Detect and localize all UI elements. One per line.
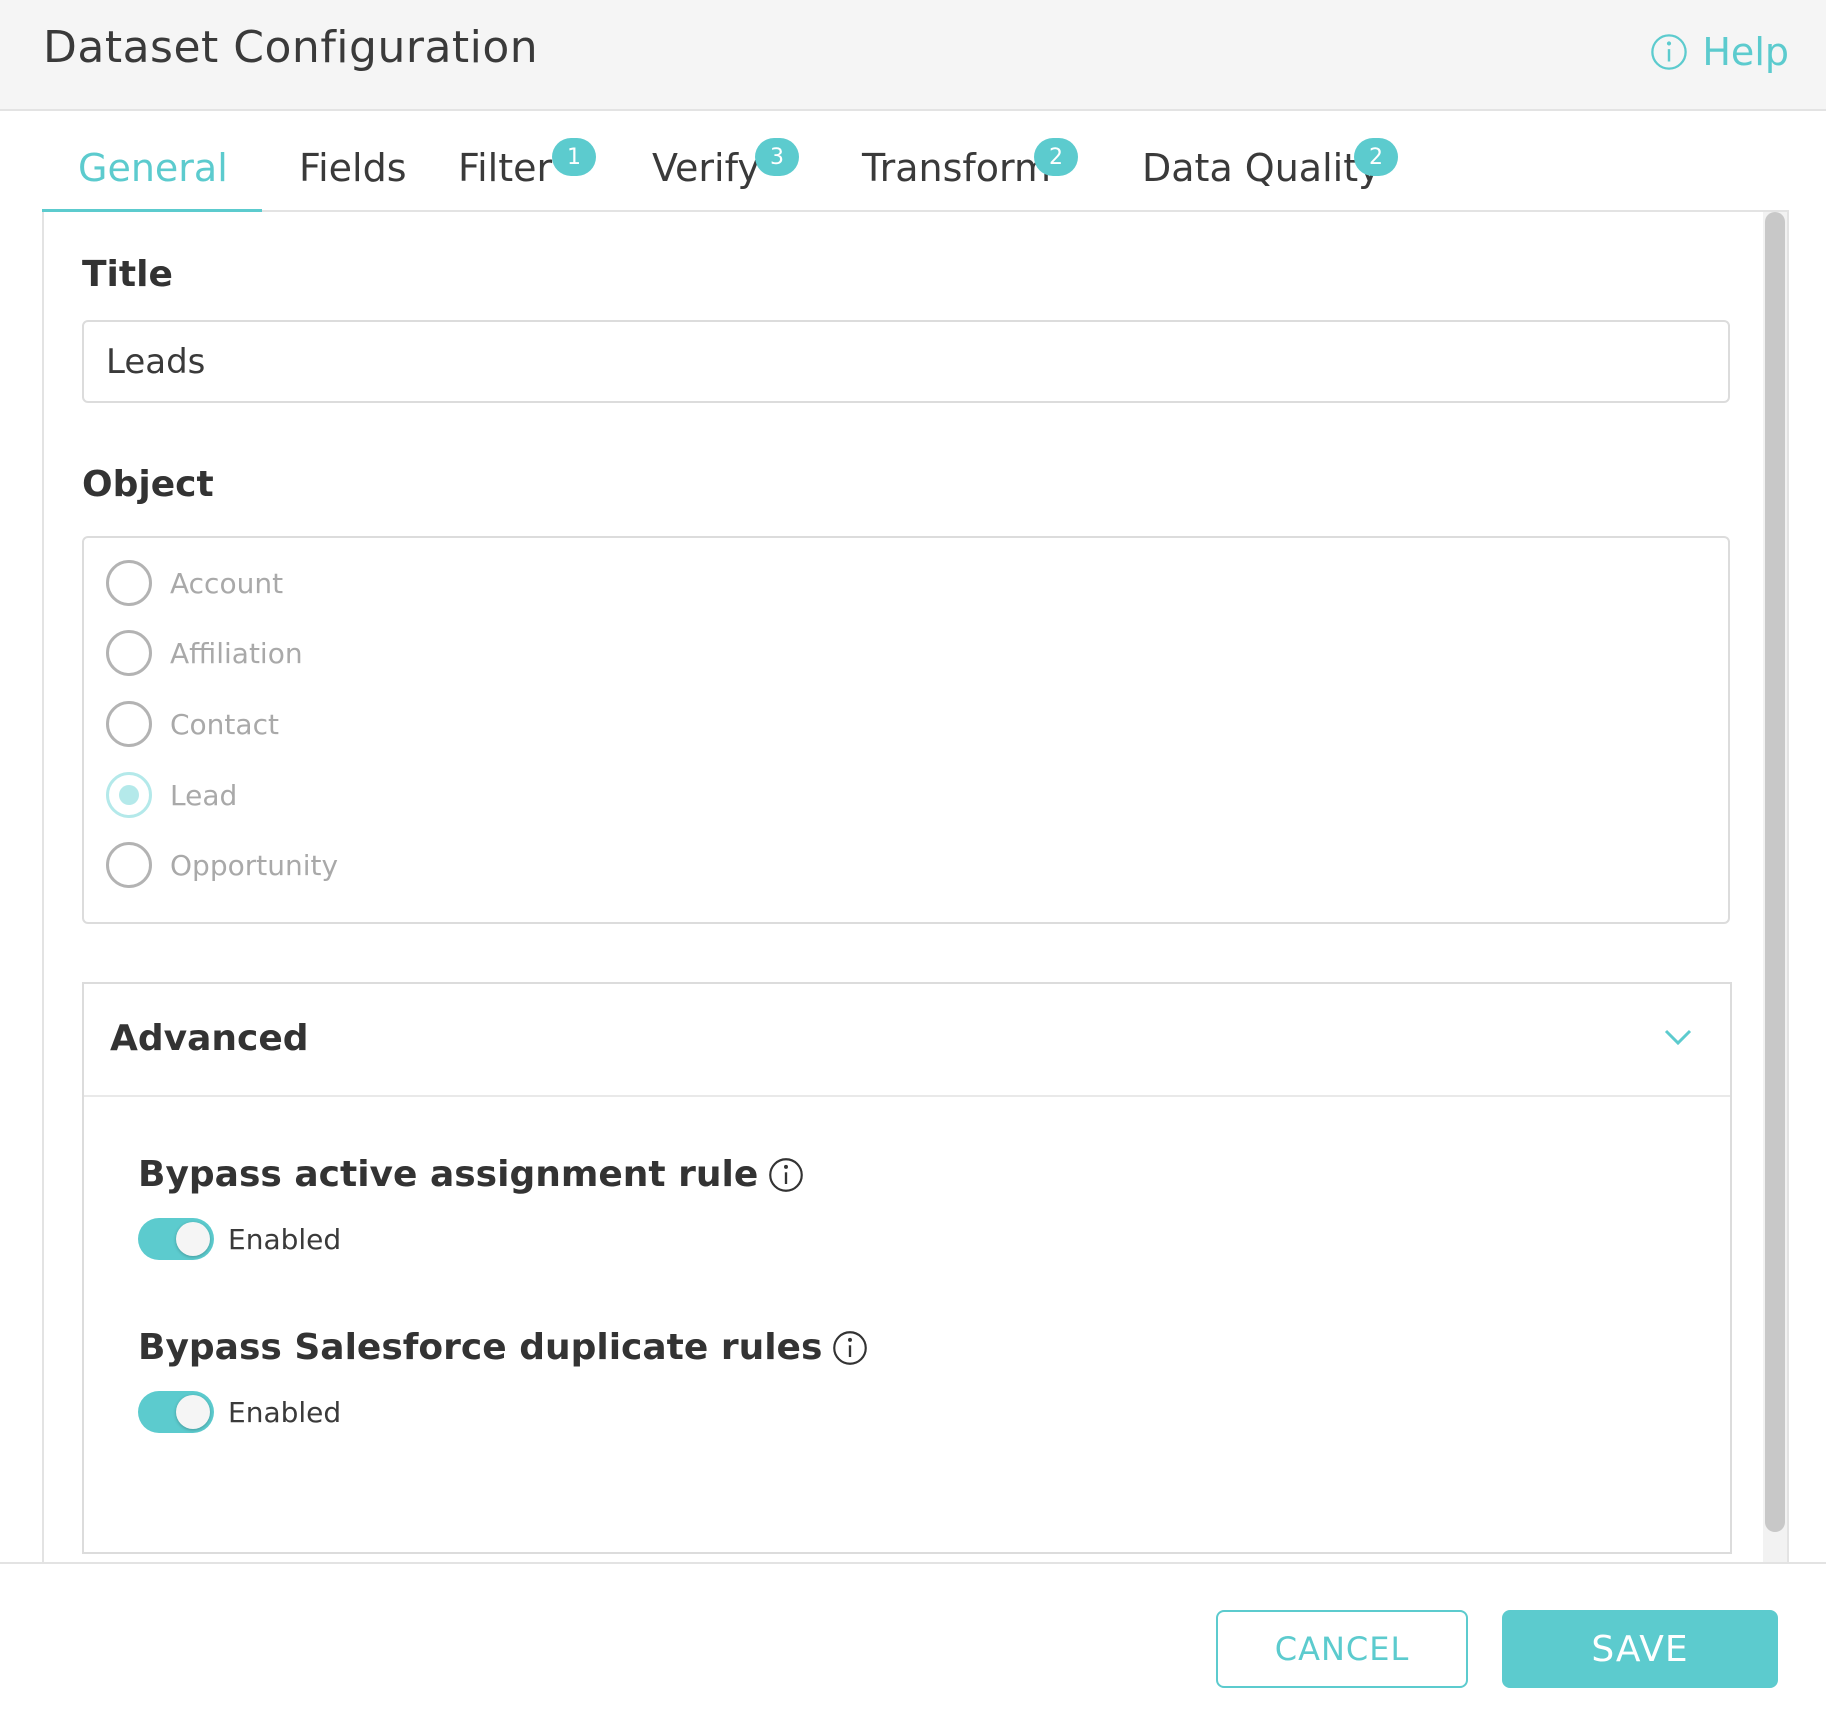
radio-button (106, 630, 152, 676)
chevron-down-icon (1664, 1029, 1692, 1046)
bypass-assignment-rule-toggle[interactable]: Enabled (138, 1218, 341, 1260)
scrollbar[interactable] (1763, 212, 1787, 1562)
radio-label: Contact (170, 707, 279, 741)
radio-lead[interactable]: Lead (106, 772, 237, 818)
scrollbar-thumb[interactable] (1765, 212, 1785, 1532)
tab-badge-verify: 3 (755, 138, 799, 176)
object-label: Object (82, 464, 214, 505)
radio-button (106, 701, 152, 747)
radio-label: Account (170, 566, 284, 600)
tab-fields[interactable]: Fields (299, 111, 407, 212)
toggle-switch[interactable] (138, 1391, 214, 1433)
info-circle-icon[interactable] (768, 1157, 804, 1193)
tab-badge-transform: 2 (1034, 138, 1078, 176)
tab-badge-filter: 1 (552, 138, 596, 176)
radio-affiliation[interactable]: Affiliation (106, 630, 303, 676)
tab-label: Fields (299, 145, 407, 190)
toggle-status: Enabled (228, 1222, 342, 1256)
advanced-title: Advanced (110, 1018, 309, 1059)
tab-label: Data Quality (1142, 145, 1381, 190)
bypass-duplicate-rules-label: Bypass Salesforce duplicate rules (138, 1327, 868, 1368)
info-circle-icon (1651, 34, 1688, 70)
toggle-switch[interactable] (138, 1218, 214, 1260)
radio-label: Affiliation (170, 636, 303, 670)
dialog-header: Dataset Configuration Help (0, 0, 1826, 111)
radio-label: Opportunity (170, 848, 339, 882)
tab-general[interactable]: General (78, 111, 228, 212)
bypass-duplicate-rules-toggle[interactable]: Enabled (138, 1391, 341, 1433)
object-radio-group: Account Affiliation Contact Lead Opportu… (82, 536, 1730, 924)
radio-button (106, 560, 152, 606)
save-button[interactable]: SAVE (1502, 1610, 1778, 1688)
dialog-title: Dataset Configuration (43, 22, 539, 73)
radio-button (106, 842, 152, 888)
radio-contact[interactable]: Contact (106, 701, 279, 747)
tab-label: General (78, 145, 228, 190)
radio-opportunity[interactable]: Opportunity (106, 842, 338, 888)
tab-transform[interactable]: Transform (862, 111, 1051, 212)
help-link[interactable]: Help (1650, 30, 1789, 74)
radio-label: Lead (170, 778, 238, 812)
title-input[interactable] (82, 320, 1730, 403)
info-circle-icon[interactable] (832, 1330, 868, 1366)
tab-filter[interactable]: Filter (458, 111, 552, 212)
radio-account[interactable]: Account (106, 560, 283, 606)
title-label: Title (82, 254, 173, 295)
general-tab-content: Title Object Account Affiliation Contact… (42, 212, 1789, 1562)
setting-label-text: Bypass Salesforce duplicate rules (138, 1327, 823, 1368)
toggle-knob (176, 1395, 210, 1429)
dataset-configuration-dialog: Dataset Configuration Help General Field… (0, 0, 1826, 1730)
advanced-panel-header[interactable]: Advanced (84, 984, 1730, 1097)
setting-label-text: Bypass active assignment rule (138, 1154, 759, 1195)
radio-button-selected (106, 772, 152, 818)
dialog-footer: CANCEL SAVE (0, 1562, 1826, 1730)
toggle-knob (176, 1222, 210, 1256)
cancel-button[interactable]: CANCEL (1216, 1610, 1468, 1688)
advanced-panel: Advanced Bypass active assignment rule E… (82, 982, 1732, 1554)
tab-verify[interactable]: Verify (652, 111, 760, 212)
bypass-assignment-rule-label: Bypass active assignment rule (138, 1154, 804, 1195)
tab-bar: General Fields Filter 1 Verify 3 Transfo… (42, 111, 1789, 212)
toggle-status: Enabled (228, 1395, 342, 1429)
tab-label: Filter (458, 145, 553, 190)
tab-label: Verify (652, 145, 760, 190)
tab-data-quality[interactable]: Data Quality (1142, 111, 1381, 212)
tab-badge-data-quality: 2 (1354, 138, 1398, 176)
tab-label: Transform (862, 145, 1052, 190)
help-label: Help (1702, 30, 1789, 74)
